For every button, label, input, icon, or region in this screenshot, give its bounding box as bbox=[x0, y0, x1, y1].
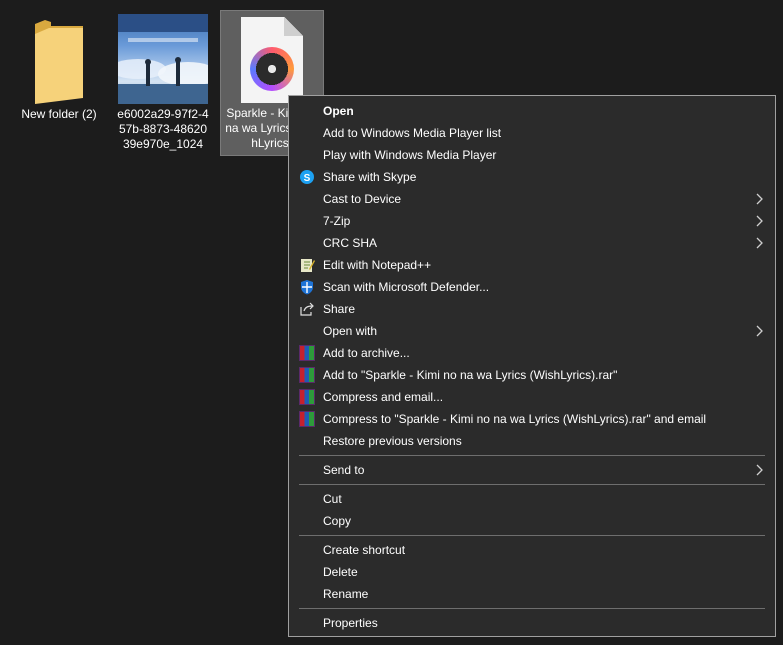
desktop-icon-image-file[interactable]: e6002a29-97f2-457b-8873-4862039e970e_102… bbox=[114, 12, 212, 152]
menu-item-restore-previous-versions[interactable]: Restore previous versions bbox=[289, 430, 775, 452]
desktop-icon-label: e6002a29-97f2-457b-8873-4862039e970e_102… bbox=[117, 107, 209, 151]
chevron-right-icon bbox=[755, 210, 765, 232]
menu-separator bbox=[299, 535, 765, 536]
chevron-right-icon bbox=[755, 232, 765, 254]
winrar-icon bbox=[299, 389, 315, 405]
menu-item-compress-to-rar-and-email[interactable]: Compress to "Sparkle - Kimi no na wa Lyr… bbox=[289, 408, 775, 430]
menu-item-7zip[interactable]: 7-Zip bbox=[289, 210, 775, 232]
menu-item-cast-to-device[interactable]: Cast to Device bbox=[289, 188, 775, 210]
menu-item-share[interactable]: Share bbox=[289, 298, 775, 320]
winrar-icon bbox=[299, 411, 315, 427]
audio-file-icon bbox=[241, 17, 303, 103]
winrar-icon bbox=[299, 367, 315, 383]
chevron-right-icon bbox=[755, 320, 765, 342]
menu-item-open-with[interactable]: Open with bbox=[289, 320, 775, 342]
chevron-right-icon bbox=[755, 188, 765, 210]
menu-item-cut[interactable]: Cut bbox=[289, 488, 775, 510]
menu-item-add-to-wmp-list[interactable]: Add to Windows Media Player list bbox=[289, 122, 775, 144]
share-icon bbox=[299, 301, 315, 317]
menu-item-share-with-skype[interactable]: S Share with Skype bbox=[289, 166, 775, 188]
image-thumbnail bbox=[118, 14, 208, 104]
folder-icon bbox=[31, 16, 87, 104]
menu-separator bbox=[299, 455, 765, 456]
skype-icon: S bbox=[299, 169, 315, 185]
desktop-icon-new-folder[interactable]: New folder (2) bbox=[10, 12, 108, 122]
notepadpp-icon bbox=[299, 257, 315, 273]
menu-item-open[interactable]: Open bbox=[289, 100, 775, 122]
menu-item-edit-notepadpp[interactable]: Edit with Notepad++ bbox=[289, 254, 775, 276]
desktop-icon-label: New folder (2) bbox=[21, 107, 97, 121]
context-menu: Open Add to Windows Media Player list Pl… bbox=[288, 95, 776, 637]
menu-item-scan-defender[interactable]: Scan with Microsoft Defender... bbox=[289, 276, 775, 298]
winrar-icon bbox=[299, 345, 315, 361]
menu-item-delete[interactable]: Delete bbox=[289, 561, 775, 583]
menu-item-compress-and-email[interactable]: Compress and email... bbox=[289, 386, 775, 408]
svg-text:S: S bbox=[304, 173, 311, 184]
menu-separator bbox=[299, 484, 765, 485]
menu-item-crc-sha[interactable]: CRC SHA bbox=[289, 232, 775, 254]
menu-item-rename[interactable]: Rename bbox=[289, 583, 775, 605]
menu-item-play-with-wmp[interactable]: Play with Windows Media Player bbox=[289, 144, 775, 166]
chevron-right-icon bbox=[755, 459, 765, 481]
menu-item-properties[interactable]: Properties bbox=[289, 612, 775, 634]
menu-item-send-to[interactable]: Send to bbox=[289, 459, 775, 481]
defender-shield-icon bbox=[299, 279, 315, 295]
menu-item-copy[interactable]: Copy bbox=[289, 510, 775, 532]
menu-separator bbox=[299, 608, 765, 609]
menu-item-add-to-archive[interactable]: Add to archive... bbox=[289, 342, 775, 364]
menu-item-add-to-rar[interactable]: Add to "Sparkle - Kimi no na wa Lyrics (… bbox=[289, 364, 775, 386]
menu-item-create-shortcut[interactable]: Create shortcut bbox=[289, 539, 775, 561]
